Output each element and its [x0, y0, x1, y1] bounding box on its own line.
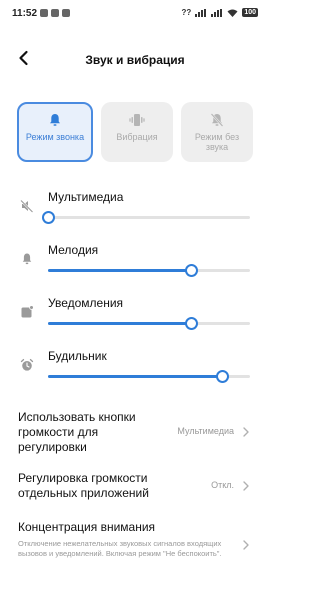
- chevron-right-icon: [242, 479, 250, 491]
- sound-mode-selector: Режим звонка Вибрация Режим без звука: [17, 102, 253, 164]
- page-header: Звук и вибрация: [0, 44, 270, 74]
- setting-focus-title: Концентрация внимания: [18, 520, 156, 534]
- chevron-right-icon: [242, 425, 250, 437]
- setting-volume-buttons-title: Использовать кнопки громкости для регули…: [18, 410, 136, 454]
- page-title: Звук и вибрация: [85, 53, 185, 67]
- setting-app-volume-title: Регулировка громкости отдельных приложен…: [18, 471, 149, 500]
- mode-silent-label: Режим без звука: [194, 132, 240, 152]
- slider-thumb[interactable]: [42, 211, 55, 224]
- mode-vibrate-label: Вибрация: [116, 132, 158, 142]
- slider-row-notifications: Уведомления: [0, 296, 270, 336]
- slider-thumb[interactable]: [215, 370, 229, 383]
- setting-app-volume[interactable]: Регулировка громкости отдельных приложен…: [18, 471, 252, 503]
- signal-icon: [195, 8, 207, 17]
- status-system-icons: ?? 100: [182, 8, 258, 17]
- slider-label-ringtone: Мелодия: [48, 243, 99, 257]
- bell-icon: [20, 252, 34, 266]
- sync-icon: [62, 9, 70, 17]
- slider-label-notifications: Уведомления: [48, 296, 124, 310]
- mode-vibrate-card[interactable]: Вибрация: [101, 102, 173, 162]
- notification-icon: [40, 9, 48, 17]
- notification-icon: [20, 305, 34, 319]
- status-notification-icons: [40, 9, 70, 17]
- volume-slider-ringtone[interactable]: [48, 264, 250, 277]
- bell-icon: [47, 112, 63, 128]
- slider-label-multimedia: Мультимедиа: [48, 190, 124, 204]
- wifi-icon: [227, 9, 238, 17]
- slider-fill: [48, 269, 192, 272]
- mode-silent-card[interactable]: Режим без звука: [181, 102, 253, 162]
- volume-slider-multimedia[interactable]: [42, 211, 250, 224]
- battery-icon: 100: [242, 8, 258, 17]
- setting-app-volume-value: Откл.: [211, 480, 234, 490]
- setting-focus[interactable]: Концентрация внимания Отключение нежелат…: [18, 520, 252, 570]
- setting-volume-buttons[interactable]: Использовать кнопки громкости для регули…: [18, 410, 252, 456]
- bell-off-icon: [209, 112, 225, 128]
- slider-fill: [48, 322, 192, 325]
- signal-icon-2: [211, 8, 223, 17]
- slider-thumb[interactable]: [185, 317, 199, 330]
- mode-ring-card[interactable]: Режим звонка: [17, 102, 93, 162]
- slider-row-multimedia: Мультимедиа: [0, 190, 270, 230]
- setting-volume-buttons-value: Мультимедиа: [177, 426, 234, 436]
- volume-slider-alarm[interactable]: [48, 370, 250, 383]
- volume-slider-notifications[interactable]: [48, 317, 250, 330]
- slider-thumb[interactable]: [185, 264, 199, 277]
- setting-focus-description: Отключение нежелательных звуковых сигнал…: [18, 539, 222, 558]
- status-bar: 11:52 ?? 100: [0, 0, 270, 28]
- network-speed: ??: [181, 8, 192, 17]
- alarm-clock-icon: [20, 358, 34, 372]
- chevron-right-icon: [242, 538, 250, 550]
- vibration-icon: [129, 112, 145, 128]
- speaker-muted-icon: [20, 199, 34, 213]
- mode-ring-label: Режим звонка: [25, 132, 85, 142]
- slider-row-ringtone: Мелодия: [0, 243, 270, 283]
- slider-row-alarm: Будильник: [0, 349, 270, 389]
- status-time: 11:52: [12, 8, 38, 19]
- slider-label-alarm: Будильник: [48, 349, 107, 363]
- slider-fill: [48, 375, 222, 378]
- app-icon: [51, 9, 59, 17]
